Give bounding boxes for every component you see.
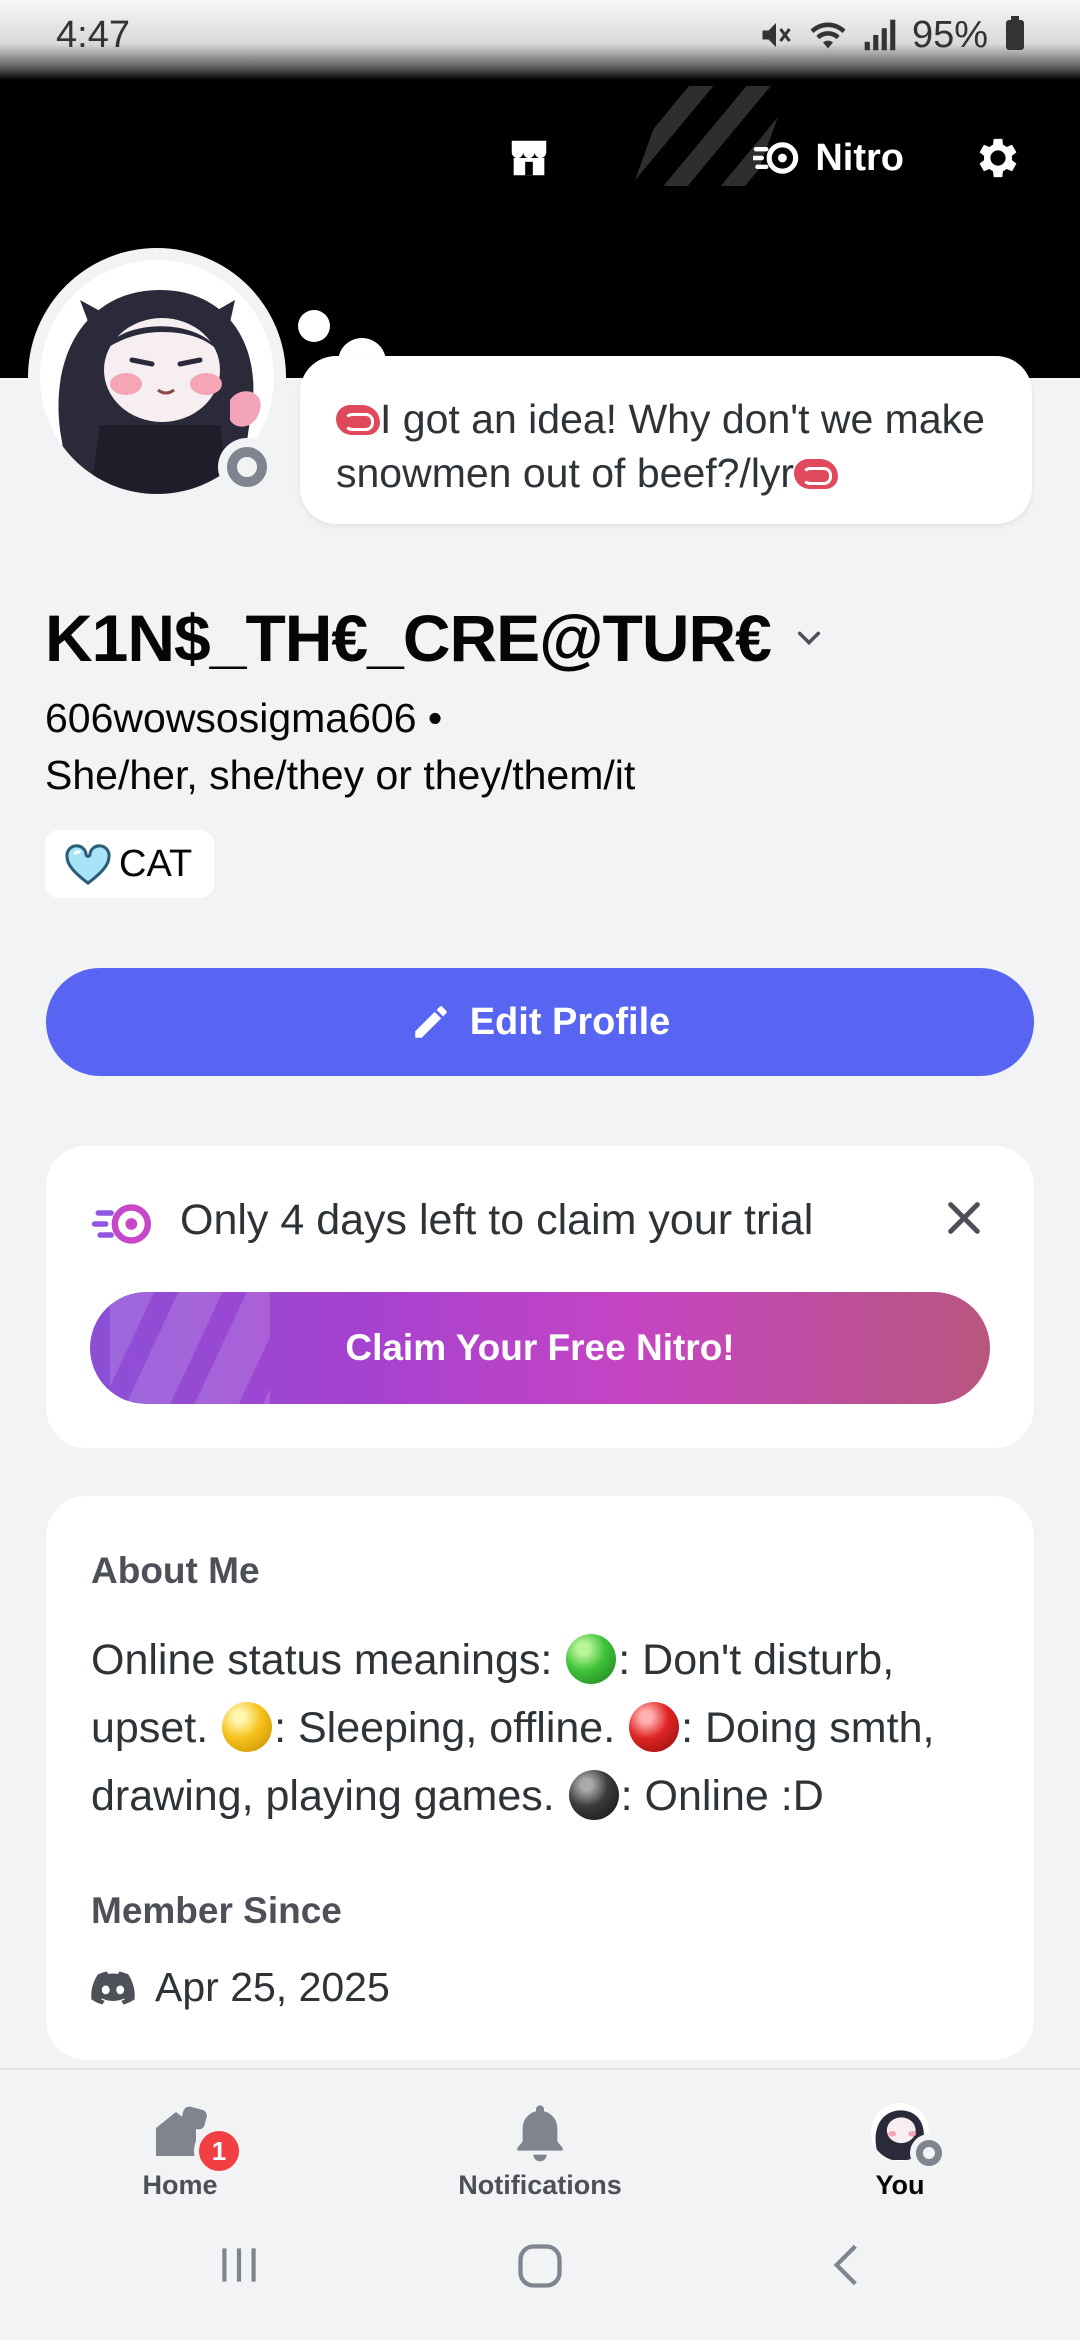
status-bar: 4:47 95% <box>0 0 1080 80</box>
red-circle-emoji-icon <box>629 1702 680 1752</box>
black-circle-emoji-icon <box>568 1770 619 1820</box>
nav-you-label: You <box>875 2170 925 2200</box>
about-me-card: About Me Online status meanings: : Don't… <box>46 1496 1034 2060</box>
nitro-icon <box>92 1204 152 1244</box>
nav-home-label: Home <box>142 2170 218 2200</box>
about-text-segment: : Sleeping, offline. <box>274 1704 628 1752</box>
nav-home[interactable]: 1 Home <box>70 2100 290 2201</box>
back-icon[interactable] <box>822 2240 872 2290</box>
custom-status-bubble[interactable]: I got an idea! Why don't we make snowmen… <box>300 356 1032 524</box>
gear-icon[interactable] <box>972 132 1024 184</box>
username: 606wowsosigma606 • <box>45 695 443 741</box>
green-circle-emoji-icon <box>566 1634 617 1684</box>
pencil-icon <box>414 1006 447 1038</box>
nitro-label: Nitro <box>815 136 904 179</box>
nav-you[interactable]: You <box>790 2100 1010 2201</box>
yellow-circle-emoji-icon <box>222 1702 273 1752</box>
status-time: 4:47 <box>56 13 130 56</box>
header-actions: Nitro <box>505 86 1024 208</box>
discord-logo-icon <box>91 1971 135 2004</box>
member-since-row: Apr 25, 2025 <box>91 1964 390 2011</box>
button-shine-decoration <box>110 1292 270 1404</box>
home-button-icon[interactable] <box>514 2240 566 2292</box>
shop-icon[interactable] <box>505 135 553 181</box>
about-text-segment: Online status meanings: <box>91 1636 565 1684</box>
wifi-icon <box>810 22 846 49</box>
meat-emoji-icon <box>794 459 839 489</box>
server-tag[interactable]: CAT <box>45 830 215 898</box>
about-text-segment: : Online :D <box>620 1772 824 1820</box>
nitro-icon <box>753 142 799 174</box>
nav-notifications-label: Notifications <box>458 2170 622 2200</box>
thought-bubble-dot <box>298 310 330 342</box>
close-icon[interactable] <box>944 1198 984 1238</box>
offline-status-indicator <box>910 2134 948 2172</box>
bell-icon <box>517 2105 563 2162</box>
recent-apps-icon[interactable] <box>214 2240 264 2290</box>
display-name-row[interactable]: K1N$_TH€_CRE@TUR€ <box>45 600 823 676</box>
offline-status-indicator <box>218 438 276 496</box>
signal-icon <box>864 19 896 51</box>
home-notification-badge: 1 <box>194 2126 244 2176</box>
trial-message: Only 4 days left to claim your trial <box>180 1196 814 1244</box>
claim-label: Claim Your Free Nitro! <box>345 1327 735 1368</box>
edit-profile-label: Edit Profile <box>469 1000 671 1043</box>
display-name: K1N$_TH€_CRE@TUR€ <box>45 601 772 675</box>
meat-emoji-icon <box>336 405 380 435</box>
pronouns: She/her, she/they or they/them/it <box>45 752 636 798</box>
server-tag-label: CAT <box>119 842 193 885</box>
chevron-down-icon <box>797 631 820 646</box>
battery-percent: 95% <box>911 13 988 56</box>
about-me-heading: About Me <box>91 1550 260 1591</box>
nitro-trial-card: Only 4 days left to claim your trial Cla… <box>46 1146 1034 1448</box>
member-since-heading: Member Since <box>91 1890 342 1931</box>
claim-free-nitro-button[interactable]: Claim Your Free Nitro! <box>90 1292 990 1404</box>
battery-icon <box>1006 16 1024 50</box>
edit-profile-button[interactable]: Edit Profile <box>46 968 1034 1076</box>
nav-notifications[interactable]: Notifications <box>430 2100 650 2201</box>
system-navigation-bar <box>0 2230 1080 2310</box>
about-me-text: Online status meanings: : Don't disturb,… <box>91 1626 991 1830</box>
member-since-date: Apr 25, 2025 <box>155 1964 390 2010</box>
heart-icon <box>65 844 111 885</box>
custom-status-text: I got an idea! Why don't we make snowmen… <box>336 396 985 496</box>
mute-icon <box>762 23 791 47</box>
nitro-button[interactable]: Nitro <box>621 86 904 208</box>
